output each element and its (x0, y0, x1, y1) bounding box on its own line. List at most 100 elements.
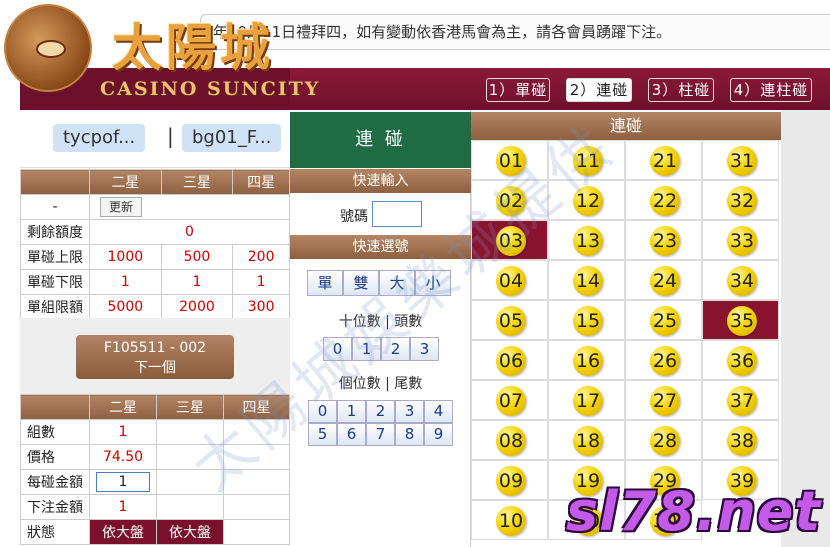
number-input[interactable] (372, 201, 422, 227)
update-button[interactable]: 更新 (100, 197, 143, 217)
number-cell-26[interactable]: 26 (625, 340, 702, 380)
number-cell-14[interactable]: 14 (548, 260, 625, 300)
units-2-button[interactable]: 2 (366, 400, 395, 423)
number-cell-06[interactable]: 06 (471, 340, 548, 380)
number-ball[interactable]: 32 (727, 186, 757, 216)
amount-per-bet-input[interactable]: 1 (96, 472, 150, 492)
number-cell-17[interactable]: 17 (548, 380, 625, 420)
remaining-quota-label: 剩餘額度 (20, 219, 90, 245)
number-cell-08[interactable]: 08 (471, 420, 548, 460)
number-cell-32[interactable]: 32 (702, 180, 779, 220)
odd-button[interactable]: 單 (307, 270, 343, 296)
number-cell-07[interactable]: 07 (471, 380, 548, 420)
logo-english-text: CASINO SUNCITY (100, 78, 321, 100)
units-8-button[interactable]: 8 (395, 423, 424, 446)
number-label: 號碼 (340, 209, 368, 225)
number-ball[interactable]: 13 (573, 226, 603, 256)
number-cell-21[interactable]: 21 (625, 140, 702, 180)
number-ball[interactable]: 15 (573, 306, 603, 336)
number-cell-33[interactable]: 33 (702, 220, 779, 260)
number-ball[interactable]: 33 (727, 226, 757, 256)
number-ball[interactable]: 14 (573, 266, 603, 296)
number-grid-header: 連碰 (471, 112, 781, 140)
number-cell-24[interactable]: 24 (625, 260, 702, 300)
number-cell-16[interactable]: 16 (548, 340, 625, 380)
remaining-quota-value: 0 (89, 219, 290, 245)
number-ball[interactable]: 21 (650, 146, 680, 176)
amount-per-bet-label: 每碰金額 (20, 469, 90, 495)
number-cell-10[interactable]: 10 (471, 500, 548, 540)
number-cell-27[interactable]: 27 (625, 380, 702, 420)
tab-consecutive[interactable]: 2）連碰 (566, 78, 632, 102)
mode-title: 連 碰 (290, 112, 471, 168)
number-cell-15[interactable]: 15 (548, 300, 625, 340)
number-ball[interactable]: 31 (727, 146, 757, 176)
group-limit-four-star: 300 (232, 294, 290, 320)
limits-header-four-star: 四星 (232, 169, 290, 195)
number-cell-05[interactable]: 05 (471, 300, 548, 340)
number-ball[interactable]: 09 (496, 466, 526, 496)
number-ball[interactable]: 07 (496, 386, 526, 416)
number-ball[interactable]: 24 (650, 266, 680, 296)
min-four-star: 1 (232, 269, 290, 295)
number-ball[interactable]: 37 (727, 386, 757, 416)
min-per-bet-label: 單碰下限 (20, 269, 90, 295)
casino-logo: 太陽城 CASINO SUNCITY (0, 0, 318, 110)
min-three-star: 1 (160, 269, 234, 295)
max-two-star: 1000 (89, 244, 162, 270)
number-ball[interactable]: 23 (650, 226, 680, 256)
number-ball[interactable]: 05 (496, 306, 526, 336)
units-7-button[interactable]: 7 (366, 423, 395, 446)
number-cell-09[interactable]: 09 (471, 460, 548, 500)
number-ball[interactable]: 17 (573, 386, 603, 416)
number-ball[interactable]: 28 (650, 426, 680, 456)
number-ball[interactable]: 27 (650, 386, 680, 416)
units-4-button[interactable]: 4 (424, 400, 453, 423)
group-limit-two-star: 5000 (89, 294, 162, 320)
units-3-button[interactable]: 3 (395, 400, 424, 423)
number-cell-38[interactable]: 38 (702, 420, 779, 460)
max-four-star: 200 (232, 244, 290, 270)
number-ball[interactable]: 16 (573, 346, 603, 376)
number-cell-35[interactable]: 35 (702, 300, 779, 340)
number-cell-28[interactable]: 28 (625, 420, 702, 460)
number-ball[interactable]: 10 (496, 506, 526, 536)
bet-header-blank (20, 394, 90, 420)
number-ball[interactable]: 35 (727, 306, 757, 336)
member-chip[interactable]: bg01_F... (182, 124, 282, 152)
number-cell-23[interactable]: 23 (625, 220, 702, 260)
min-two-star: 1 (89, 269, 162, 295)
number-ball[interactable]: 22 (650, 186, 680, 216)
group-limit-three-star: 2000 (160, 294, 234, 320)
number-ball[interactable]: 25 (650, 306, 680, 336)
units-9-button[interactable]: 9 (424, 423, 453, 446)
number-ball[interactable]: 38 (727, 426, 757, 456)
max-three-star: 500 (160, 244, 234, 270)
sun-emblem-icon (4, 4, 92, 92)
quick-input-header: 快速輸入 (290, 169, 471, 193)
number-cell-22[interactable]: 22 (625, 180, 702, 220)
number-cell-36[interactable]: 36 (702, 340, 779, 380)
tab-consecutive-pillar[interactable]: 4）連柱碰 (730, 78, 812, 102)
tab-pillar[interactable]: 3）柱碰 (648, 78, 714, 102)
limits-header-three-star: 三星 (160, 169, 234, 195)
number-cell-34[interactable]: 34 (702, 260, 779, 300)
next-button[interactable]: F105511 - 002 下一個 (76, 335, 234, 379)
number-ball[interactable]: 08 (496, 426, 526, 456)
number-ball[interactable]: 34 (727, 266, 757, 296)
units-button-row-2: 5 6 7 8 9 (308, 423, 453, 446)
number-cell-37[interactable]: 37 (702, 380, 779, 420)
number-ball[interactable]: 18 (573, 426, 603, 456)
number-ball[interactable]: 26 (650, 346, 680, 376)
tab-single[interactable]: 1）單碰 (486, 78, 550, 102)
group-limit-label: 單組限額 (20, 294, 90, 320)
status-badge-three-star: 依大盤 (156, 519, 224, 545)
number-ball[interactable]: 36 (727, 346, 757, 376)
units-6-button[interactable]: 6 (337, 423, 366, 446)
number-cell-31[interactable]: 31 (702, 140, 779, 180)
account-chip[interactable]: tycpof... (53, 124, 146, 152)
number-cell-18[interactable]: 18 (548, 420, 625, 460)
number-ball[interactable]: 06 (496, 346, 526, 376)
limits-header-two-star: 二星 (89, 169, 162, 195)
number-cell-25[interactable]: 25 (625, 300, 702, 340)
